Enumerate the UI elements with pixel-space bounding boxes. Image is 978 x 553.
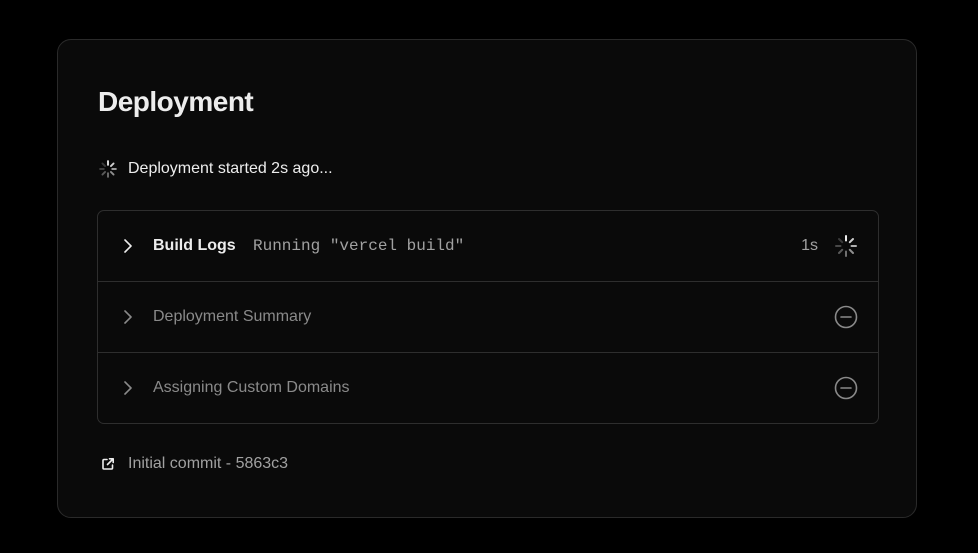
- step-label: Deployment Summary: [153, 308, 312, 325]
- step-label: Build Logs: [153, 237, 236, 254]
- external-link-icon: [102, 457, 114, 470]
- commit-text: Initial commit - 5863c3: [128, 455, 289, 472]
- step-label: Assigning Custom Domains: [153, 379, 350, 396]
- chevron-right-icon: [124, 381, 132, 395]
- deployment-card: Deployment Deployment started 2s ago... …: [57, 39, 917, 518]
- spinner-icon: [99, 160, 117, 178]
- step-assigning-custom-domains[interactable]: Assigning Custom Domains: [98, 353, 878, 423]
- step-detail: Running "vercel build": [253, 237, 465, 255]
- minus-circle-icon: [834, 305, 858, 329]
- step-deployment-summary[interactable]: Deployment Summary: [98, 282, 878, 353]
- deployment-status-text: Deployment started 2s ago...: [128, 160, 333, 177]
- chevron-right-icon: [124, 310, 132, 324]
- minus-circle-icon: [834, 376, 858, 400]
- step-build-logs[interactable]: Build Logs Running "vercel build" 1s: [98, 211, 878, 282]
- page-title: Deployment: [98, 86, 254, 117]
- deployment-status: Deployment started 2s ago...: [98, 157, 333, 181]
- chevron-right-icon: [124, 239, 132, 253]
- spinner-icon: [835, 235, 857, 257]
- commit-link[interactable]: Initial commit - 5863c3: [101, 455, 288, 473]
- step-duration: 1s: [801, 237, 818, 254]
- deployment-steps: Build Logs Running "vercel build" 1s Dep…: [97, 210, 879, 424]
